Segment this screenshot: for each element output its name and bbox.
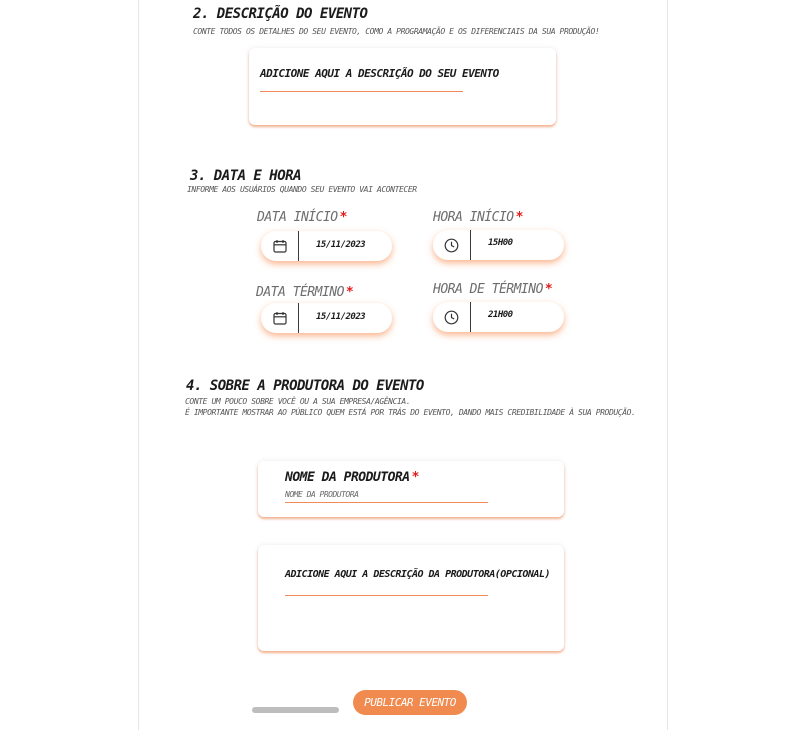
- producer-name-label: Nome da produtora *: [285, 470, 419, 485]
- section-2-subtitle: Conte todos os detalhes do seu evento, c…: [193, 27, 600, 36]
- end-time-field[interactable]: 21h00: [433, 302, 564, 332]
- calendar-icon[interactable]: [261, 231, 298, 261]
- start-date-label: Data início *: [257, 210, 347, 225]
- field-separator: [470, 230, 471, 260]
- section-4-subtitle-line2: É importante mostrar ao público quem est…: [185, 408, 636, 417]
- horizontal-scrollbar[interactable]: [252, 707, 339, 713]
- field-separator: [298, 303, 299, 333]
- publish-event-button[interactable]: Publicar evento: [353, 690, 467, 715]
- end-time-label-text: Hora de término: [433, 282, 543, 297]
- required-marker: *: [339, 210, 348, 225]
- start-date-label-text: Data início: [257, 210, 338, 225]
- producer-name-label-text: Nome da produtora: [285, 470, 410, 485]
- required-marker: *: [345, 285, 354, 300]
- end-date-field[interactable]: 15/11/2023: [261, 303, 392, 333]
- producer-description-underline: [285, 595, 488, 596]
- event-description-card[interactable]: Adicione aqui a descrição do seu evento: [249, 48, 556, 125]
- start-time-label: Hora início *: [433, 210, 523, 225]
- end-time-label: Hora de término *: [433, 282, 553, 297]
- section-4-title: 4. Sobre a produtora do evento: [186, 378, 424, 394]
- producer-description-label: Adicione aqui a descrição da produtora(o…: [285, 569, 550, 580]
- clock-icon[interactable]: [433, 302, 470, 332]
- end-date-label-text: Data término: [256, 285, 344, 300]
- required-marker: *: [515, 210, 524, 225]
- producer-name-input[interactable]: Nome da produtora: [285, 490, 359, 499]
- end-time-value[interactable]: 21h00: [488, 310, 513, 320]
- start-time-value[interactable]: 15h00: [488, 238, 513, 248]
- producer-description-card[interactable]: Adicione aqui a descrição da produtora(o…: [258, 545, 564, 651]
- calendar-icon[interactable]: [261, 303, 298, 333]
- start-date-field[interactable]: 15/11/2023: [261, 231, 392, 261]
- required-marker: *: [544, 282, 553, 297]
- producer-name-underline: [285, 502, 488, 503]
- event-description-underline: [260, 91, 463, 92]
- producer-name-card: Nome da produtora * Nome da produtora: [258, 461, 564, 517]
- section-2-title: 2. Descrição do evento: [193, 6, 368, 22]
- clock-icon[interactable]: [433, 230, 470, 260]
- event-description-label: Adicione aqui a descrição do seu evento: [260, 67, 499, 80]
- required-marker: *: [411, 470, 420, 485]
- start-time-field[interactable]: 15h00: [433, 230, 564, 260]
- field-separator: [470, 302, 471, 332]
- section-3-title: 3. Data e hora: [190, 168, 302, 184]
- end-date-label: Data término *: [256, 285, 354, 300]
- field-separator: [298, 231, 299, 261]
- section-4-subtitle-line1: Conte um pouco sobre você ou a sua empre…: [185, 397, 411, 406]
- end-date-value[interactable]: 15/11/2023: [316, 312, 366, 322]
- start-time-label-text: Hora início: [433, 210, 514, 225]
- start-date-value[interactable]: 15/11/2023: [316, 240, 366, 250]
- section-3-subtitle: Informe aos usuários quando seu evento v…: [187, 185, 417, 194]
